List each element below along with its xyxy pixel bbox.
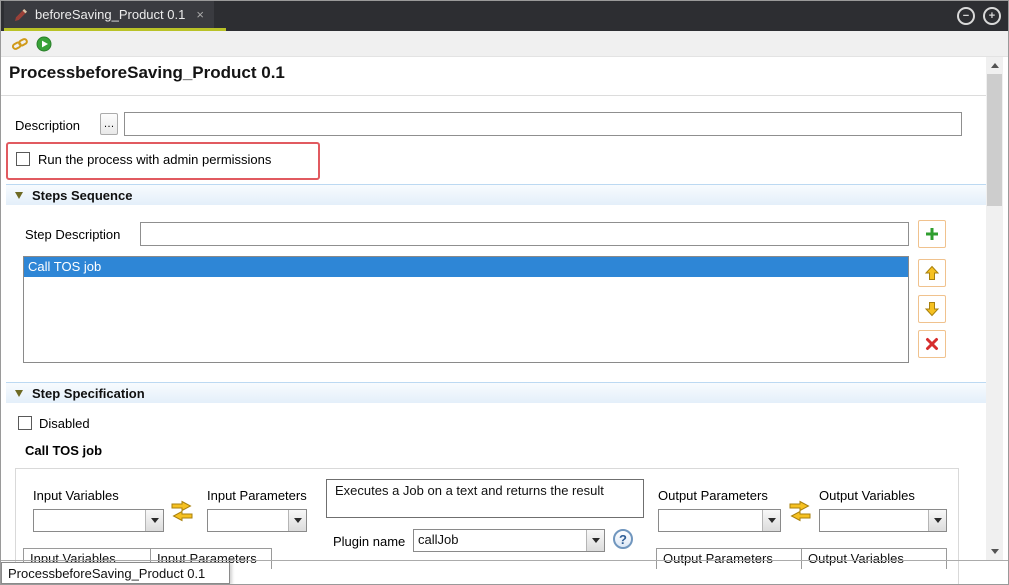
editor-tab[interactable]: beforeSaving_Product 0.1 × <box>4 1 214 28</box>
tab-close-icon[interactable]: × <box>196 7 204 22</box>
move-step-down-button[interactable] <box>918 295 946 323</box>
step-description-input[interactable] <box>140 222 909 246</box>
run-icon <box>36 36 52 52</box>
toolbar <box>1 31 1008 57</box>
input-variables-label: Input Variables <box>33 488 119 503</box>
title-bar: beforeSaving_Product 0.1 × − + <box>1 1 1008 31</box>
dropdown-arrow-icon[interactable] <box>586 530 604 551</box>
plus-icon <box>924 226 940 242</box>
output-variables-select[interactable] <box>819 509 947 532</box>
editor-bottom-edge <box>1 560 1009 561</box>
selected-step-title: Call TOS job <box>25 443 102 458</box>
app-window: beforeSaving_Product 0.1 × − + Proces <box>0 0 1009 585</box>
input-variables-select[interactable] <box>33 509 164 532</box>
arrow-down-icon <box>924 301 940 317</box>
dropdown-arrow-icon[interactable] <box>288 510 306 531</box>
transfer-arrows-icon <box>170 500 194 522</box>
input-variables-value <box>34 510 145 531</box>
output-table-header: Output Variables <box>802 548 947 569</box>
output-table-header: Output Parameters <box>656 548 802 569</box>
tab-title: beforeSaving_Product 0.1 <box>35 7 185 22</box>
delete-step-button[interactable] <box>918 330 946 358</box>
vertical-scrollbar[interactable] <box>986 57 1003 560</box>
scroll-up-arrow-icon <box>991 63 999 68</box>
transfer-arrows-icon <box>788 500 812 522</box>
step-specification-section-header[interactable]: Step Specification <box>6 382 986 403</box>
steps-list[interactable]: Call TOS job <box>23 256 909 363</box>
window-controls: − + <box>957 7 1001 25</box>
output-parameters-select[interactable] <box>658 509 781 532</box>
output-mapping-table[interactable]: Output Parameters Output Variables <box>656 548 947 569</box>
help-button[interactable]: ? <box>613 529 633 549</box>
title-separator <box>1 95 986 96</box>
output-variables-label: Output Variables <box>819 488 915 503</box>
plugin-name-select[interactable]: callJob <box>413 529 605 552</box>
delete-x-icon <box>924 336 940 352</box>
output-parameters-value <box>659 510 762 531</box>
scroll-down-arrow-icon <box>991 549 999 554</box>
steps-sequence-title: Steps Sequence <box>32 188 132 203</box>
description-label: Description <box>15 118 80 133</box>
step-specification-title: Step Specification <box>32 386 145 401</box>
admin-permissions-checkbox[interactable] <box>16 152 30 166</box>
output-parameters-label: Output Parameters <box>658 488 768 503</box>
assign-output-variables-button[interactable] <box>787 499 813 523</box>
add-step-button[interactable] <box>918 220 946 248</box>
twistie-icon <box>15 390 23 397</box>
maximize-icon[interactable]: + <box>983 7 1001 25</box>
plugin-description: Executes a Job on a text and returns the… <box>326 479 644 518</box>
steps-sequence-section-header[interactable]: Steps Sequence <box>6 184 986 205</box>
minimize-icon[interactable]: − <box>957 7 975 25</box>
scroll-down-button[interactable] <box>986 543 1003 560</box>
input-parameters-value <box>208 510 288 531</box>
dropdown-arrow-icon[interactable] <box>145 510 163 531</box>
move-step-up-button[interactable] <box>918 259 946 287</box>
status-label: ProcessbeforeSaving_Product 0.1 <box>1 562 230 584</box>
page-title: ProcessbeforeSaving_Product 0.1 <box>9 63 285 83</box>
input-parameters-select[interactable] <box>207 509 307 532</box>
disabled-label: Disabled <box>39 416 90 431</box>
steps-list-item[interactable]: Call TOS job <box>24 257 908 277</box>
process-icon <box>14 8 28 22</box>
description-ellipsis-button[interactable]: … <box>100 113 118 135</box>
plugin-name-value: callJob <box>414 530 586 551</box>
assign-input-variables-button[interactable] <box>169 499 195 523</box>
input-parameters-label: Input Parameters <box>207 488 307 503</box>
output-variables-value <box>820 510 928 531</box>
arrow-up-icon <box>924 265 940 281</box>
twistie-icon <box>15 192 23 199</box>
link-tool-button[interactable] <box>10 34 30 54</box>
disabled-checkbox[interactable] <box>18 416 32 430</box>
run-process-button[interactable] <box>34 34 54 54</box>
step-description-label: Step Description <box>25 227 120 242</box>
scrollbar-thumb[interactable] <box>987 74 1002 206</box>
link-icon <box>12 36 28 52</box>
description-input[interactable] <box>124 112 962 136</box>
admin-permissions-label: Run the process with admin permissions <box>38 152 271 167</box>
plugin-name-label: Plugin name <box>333 534 405 549</box>
dropdown-arrow-icon[interactable] <box>762 510 780 531</box>
scroll-up-button[interactable] <box>986 57 1003 74</box>
dropdown-arrow-icon[interactable] <box>928 510 946 531</box>
